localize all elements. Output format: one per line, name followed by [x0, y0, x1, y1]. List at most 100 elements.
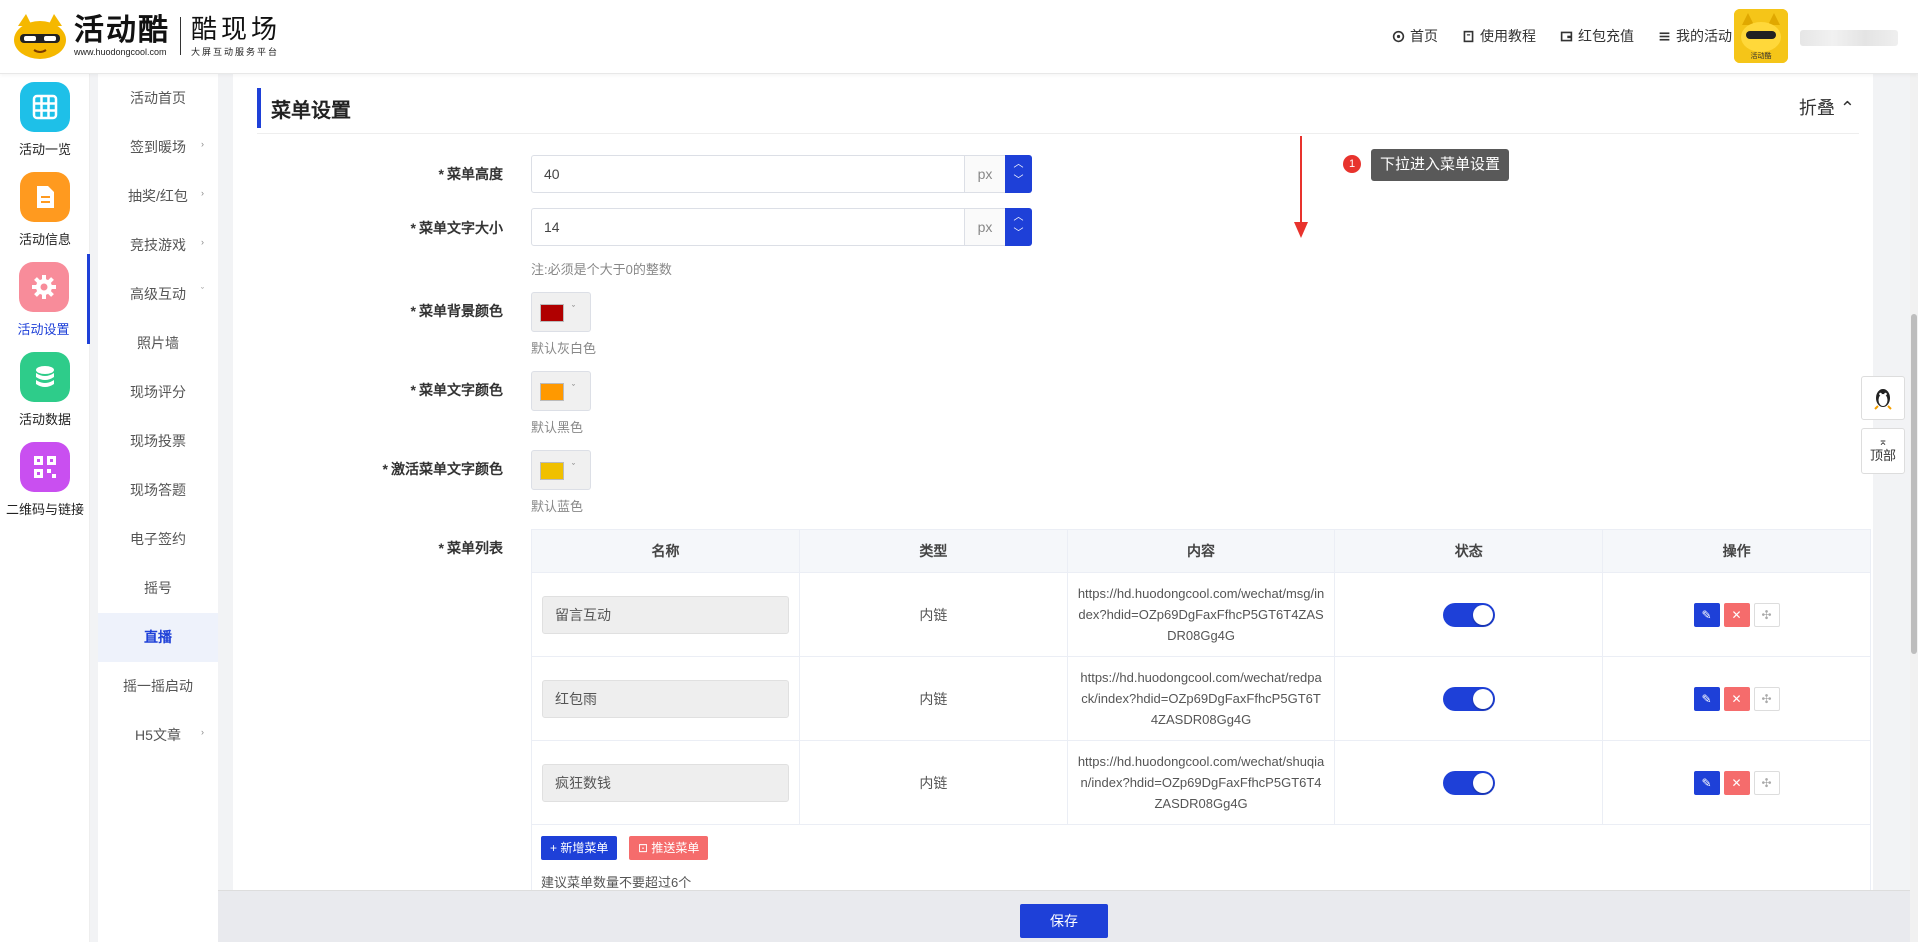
menu-font-size-input[interactable]: 14 px ︿ ﹀	[531, 208, 1032, 246]
submenu-item-checkin[interactable]: 签到暖场 ›	[98, 123, 218, 172]
chevron-down-icon: ˇ	[572, 383, 575, 393]
page-scrollbar[interactable]	[1910, 74, 1918, 942]
section-accent-bar	[257, 88, 261, 128]
submenu-item-lottery-number[interactable]: 摇号	[98, 564, 218, 613]
submenu-item-shake-start[interactable]: 摇一摇启动	[98, 662, 218, 711]
menu-type-cell: 内链	[798, 740, 1068, 825]
submenu-item-games[interactable]: 竞技游戏 ›	[98, 221, 218, 270]
qq-penguin-icon[interactable]	[1861, 376, 1905, 420]
nav-my-activity[interactable]: 我的活动	[1658, 26, 1732, 46]
stepper-icon[interactable]: ︿ ﹀	[1005, 208, 1032, 246]
sidebar-item-info[interactable]: 活动信息	[0, 164, 90, 254]
submenu-item-vote[interactable]: 现场投票	[98, 417, 218, 466]
menu-height-input[interactable]: 40 px ︿ ﹀	[531, 155, 1032, 193]
status-toggle[interactable]	[1442, 686, 1495, 711]
chevron-right-icon: ›	[201, 139, 204, 149]
column-header-content: 内容	[1066, 529, 1336, 573]
sidebar-item-settings[interactable]: 活动设置	[0, 254, 90, 344]
unit-label: px	[964, 208, 1006, 246]
book-icon	[1463, 30, 1474, 42]
nav-tutorial-label: 使用教程	[1480, 28, 1536, 44]
menu-height-value: 40	[544, 166, 560, 182]
brand-logo[interactable]: 活动酷 www.huodongcool.com 酷现场 大屏互动服务平台	[12, 12, 281, 60]
table-row: 留言互动 内链 https://hd.huodongcool.com/wecha…	[531, 572, 1871, 657]
section-header: 菜单设置 折叠 ⌃	[257, 86, 1859, 134]
menu-content-cell: https://hd.huodongcool.com/wechat/msg/in…	[1077, 586, 1325, 643]
move-icon[interactable]: ✣	[1753, 602, 1780, 627]
stepper-icon[interactable]: ︿ ﹀	[1005, 155, 1032, 193]
submenu-item-label: 抽奖/红包	[128, 188, 188, 204]
sidebar-item-label: 活动信息	[18, 232, 71, 247]
document-icon	[20, 172, 70, 222]
menu-bg-color-picker[interactable]: ˇ	[531, 292, 591, 332]
submenu-item-label: 现场投票	[130, 433, 186, 449]
menu-text-color-label: * 菜单文字颜色	[410, 382, 503, 398]
text-color-hint: 默认黑色	[531, 420, 584, 435]
sidebar-item-label: 二维码与链接	[5, 502, 84, 517]
submenu-item-esign[interactable]: 电子签约	[98, 515, 218, 564]
database-icon	[20, 352, 70, 402]
nav-tutorial[interactable]: 使用教程	[1462, 26, 1536, 46]
move-icon[interactable]: ✣	[1753, 686, 1780, 711]
chevron-down-icon: ˇ	[201, 286, 204, 296]
nav-recharge[interactable]: 红包充值	[1560, 26, 1634, 46]
submenu-item-label: 摇号	[144, 580, 172, 596]
sidebar-item-overview[interactable]: 活动一览	[0, 74, 90, 164]
active-text-color-picker[interactable]: ˇ	[531, 450, 591, 490]
menu-type-cell: 内链	[798, 656, 1068, 741]
close-icon[interactable]: ✕	[1723, 770, 1750, 795]
menu-text-color-picker[interactable]: ˇ	[531, 371, 591, 411]
submenu-item-lottery[interactable]: 抽奖/红包 ›	[98, 172, 218, 221]
nav-home-label: 首页	[1410, 28, 1438, 44]
menu-type-cell: 内链	[798, 572, 1068, 657]
push-menu-button[interactable]: ⊡ 推送菜单	[629, 836, 709, 860]
submenu-item-label: 竞技游戏	[130, 237, 186, 253]
menu-name-input[interactable]: 疯狂数钱	[542, 763, 789, 802]
submenu-item-label: 活动首页	[130, 90, 186, 106]
pencil-icon[interactable]: ✎	[1693, 686, 1720, 711]
save-button[interactable]: 保存	[1020, 904, 1108, 938]
nav-home[interactable]: 首页	[1392, 26, 1438, 46]
sidebar-item-data[interactable]: 活动数据	[0, 344, 90, 434]
chevron-down-icon: ˇ	[572, 462, 575, 472]
back-to-top-button[interactable]: ⌅ 顶部	[1861, 428, 1905, 474]
back-to-top-label: 顶部	[1869, 448, 1896, 463]
active-text-color-label: * 激活菜单文字颜色	[382, 461, 503, 477]
menu-font-size-value: 14	[544, 219, 560, 235]
table-header-row: 名称 类型 内容 状态 操作	[531, 529, 1871, 573]
status-toggle[interactable]	[1442, 602, 1495, 627]
move-icon[interactable]: ✣	[1753, 770, 1780, 795]
status-toggle[interactable]	[1442, 770, 1495, 795]
close-icon[interactable]: ✕	[1723, 686, 1750, 711]
scrollbar-thumb[interactable]	[1911, 314, 1917, 654]
menu-name-input[interactable]: 红包雨	[542, 679, 789, 718]
close-icon[interactable]: ✕	[1723, 602, 1750, 627]
submenu-item-advanced[interactable]: 高级互动 ˇ	[98, 270, 218, 319]
menu-bg-color-label: * 菜单背景颜色	[410, 303, 503, 319]
nav-my-activity-label: 我的活动	[1676, 28, 1732, 44]
column-header-type: 类型	[798, 529, 1068, 573]
menu-content-cell: https://hd.huodongcool.com/wechat/shuqia…	[1077, 754, 1325, 811]
chevron-right-icon: ›	[201, 188, 204, 198]
pencil-icon[interactable]: ✎	[1693, 770, 1720, 795]
submenu-item-h5-article[interactable]: H5文章 ›	[98, 711, 218, 760]
submenu-item-quiz[interactable]: 现场答题	[98, 466, 218, 515]
menu-font-size-label: * 菜单文字大小	[410, 220, 503, 236]
submenu-item-label: 高级互动	[130, 286, 186, 302]
submenu-item-rating[interactable]: 现场评分	[98, 368, 218, 417]
bottom-action-bar: 保存	[218, 890, 1918, 942]
submenu-item-live[interactable]: 直播	[98, 613, 218, 662]
menu-name-input[interactable]: 留言互动	[542, 595, 789, 634]
sidebar-item-label: 活动设置	[17, 322, 70, 337]
brand-url: www.huodongcool.com	[74, 46, 167, 57]
wallet-icon	[1560, 31, 1573, 41]
collapse-button[interactable]: 折叠 ⌃	[1799, 94, 1855, 120]
color-swatch	[540, 304, 564, 322]
pencil-icon[interactable]: ✎	[1693, 602, 1720, 627]
submenu-item-home[interactable]: 活动首页	[98, 74, 218, 123]
add-menu-button[interactable]: + 新增菜单	[541, 836, 618, 860]
submenu-item-label: 照片墙	[137, 335, 179, 351]
avatar[interactable]: 活动酷	[1734, 9, 1788, 63]
sidebar-item-qrcode[interactable]: 二维码与链接	[0, 434, 90, 524]
submenu-item-photowall[interactable]: 照片墙	[98, 319, 218, 368]
